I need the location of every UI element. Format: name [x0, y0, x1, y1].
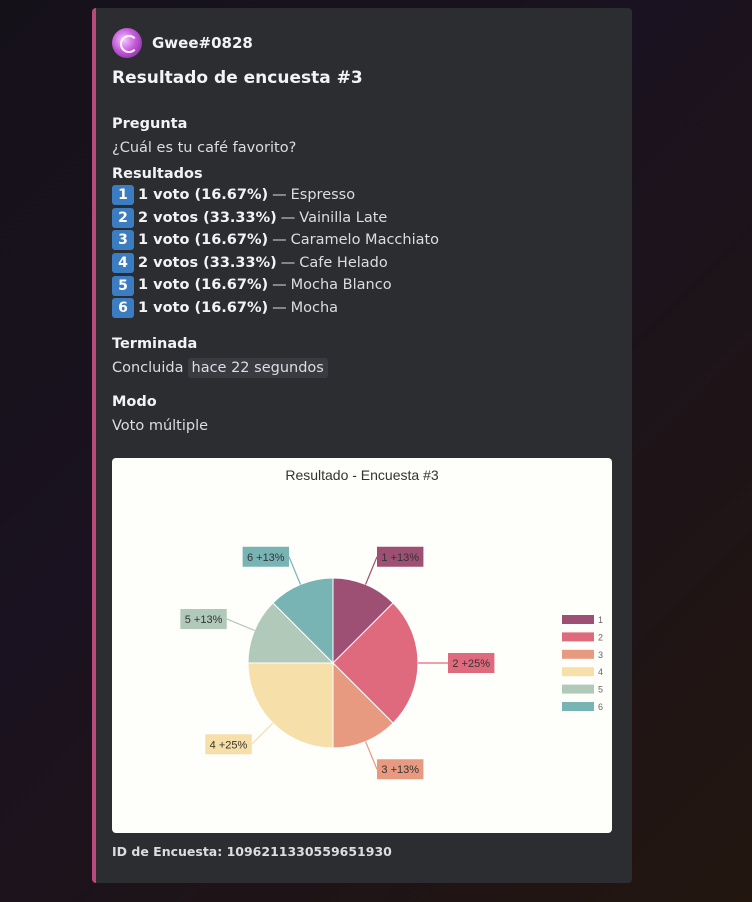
pie-data-label: 6 +13%	[247, 552, 285, 564]
poll-chart-image[interactable]: Resultado - Encuesta #3 1 +13% 2 +25% 3 +1…	[112, 458, 612, 833]
result-votes: 1 voto (16.67%)	[138, 232, 269, 249]
result-votes: 1 voto (16.67%)	[138, 277, 269, 294]
pie-leader-line	[226, 618, 255, 632]
results-list: 1 1 voto (16.67%) — Espresso 2 2 votos (…	[112, 184, 612, 320]
result-separator: —	[272, 232, 287, 249]
legend-label: 2	[598, 632, 603, 642]
field-question-value: ¿Cuál es tu café favorito?	[112, 140, 297, 156]
poll-result-embed: Gwee#0828 Resultado de encuesta #3 Pregu…	[92, 8, 632, 883]
ended-prefix: Concluida	[112, 360, 184, 376]
number-badge-icon: 6	[112, 298, 134, 319]
legend-swatch-5	[562, 684, 594, 694]
legend-label: 3	[598, 650, 603, 660]
number-badge-icon: 2	[112, 207, 134, 228]
pie-leader-line	[251, 722, 274, 745]
field-mode: Modo Voto múltiple	[112, 392, 612, 436]
number-badge-icon: 4	[112, 253, 134, 274]
embed-accent-bar	[92, 8, 96, 883]
field-ended-value: Concluida hace 22 segundos	[112, 358, 612, 378]
legend-label: 6	[598, 702, 603, 712]
pie-leader-line	[364, 741, 378, 770]
result-votes: 1 voto (16.67%)	[138, 187, 269, 203]
pie-chart: Resultado - Encuesta #3 1 +13% 2 +25% 3 +1…	[180, 467, 603, 780]
avatar-icon[interactable]	[112, 28, 142, 58]
pie-data-label: 2 +25%	[452, 658, 490, 670]
result-votes: 2 votos (33.33%)	[138, 254, 277, 271]
field-question-name: Pregunta	[112, 116, 188, 132]
result-row: 6 1 voto (16.67%) — Mocha	[112, 297, 612, 320]
field-ended-name: Terminada	[112, 336, 198, 352]
legend-swatch-2	[562, 632, 594, 642]
result-votes: 1 voto (16.67%)	[138, 299, 269, 316]
chart-title: Resultado - Encuesta #3	[285, 467, 439, 483]
result-option: Mocha	[290, 299, 339, 316]
legend-swatch-6	[562, 702, 594, 711]
result-separator: —	[280, 209, 296, 226]
legend-swatch-4	[562, 667, 594, 677]
result-row: 3 1 voto (16.67%) — Caramelo Macchiato	[112, 229, 612, 252]
embed-footer: ID de Encuesta: 1096211330559651930	[112, 844, 392, 859]
pie-leader-line	[364, 556, 378, 585]
legend-label: 1	[598, 615, 603, 625]
embed-author: Gwee#0828	[112, 28, 253, 58]
field-results: Resultados 1 1 voto (16.67%) — Espresso …	[112, 164, 612, 320]
pie-data-label: 5 +13%	[185, 614, 223, 626]
embed-title: Resultado de encuesta #3	[112, 68, 363, 88]
result-row: 5 1 voto (16.67%) — Mocha Blanco	[112, 274, 612, 297]
result-separator: —	[280, 254, 296, 271]
result-option: Mocha Blanco	[290, 277, 392, 294]
number-badge-icon: 5	[112, 275, 134, 296]
result-separator: —	[272, 299, 287, 316]
field-results-name: Resultados	[112, 166, 203, 182]
result-option: Espresso	[290, 187, 356, 203]
author-name[interactable]: Gwee#0828	[152, 34, 253, 52]
legend-label: 4	[598, 667, 603, 677]
field-mode-name: Modo	[112, 394, 157, 410]
result-row: 2 2 votos (33.33%) — Vainilla Late	[112, 207, 612, 230]
legend-swatch-3	[562, 649, 594, 659]
result-separator: —	[272, 187, 287, 203]
result-option: Caramelo Macchiato	[290, 232, 440, 249]
pie-data-label: 1 +13%	[381, 552, 419, 564]
field-ended: Terminada Concluida hace 22 segundos	[112, 334, 612, 378]
pie-data-label: 3 +13%	[381, 764, 419, 776]
number-badge-icon: 3	[112, 230, 134, 251]
number-badge-icon: 1	[112, 185, 134, 206]
result-option: Vainilla Late	[299, 209, 388, 226]
ended-timestamp[interactable]: hace 22 segundos	[187, 358, 328, 378]
field-mode-value: Voto múltiple	[112, 418, 209, 434]
result-votes: 2 votos (33.33%)	[138, 209, 277, 226]
result-option: Cafe Helado	[299, 254, 388, 271]
legend-swatch-1	[562, 615, 594, 624]
result-separator: —	[272, 277, 287, 294]
result-row: 1 1 voto (16.67%) — Espresso	[112, 184, 612, 207]
result-row: 4 2 votos (33.33%) — Cafe Helado	[112, 252, 612, 275]
legend-label: 5	[598, 685, 603, 695]
field-question: Pregunta ¿Cuál es tu café favorito?	[112, 114, 612, 158]
pie-leader-line	[288, 556, 302, 585]
pie-data-label: 4 +25%	[210, 739, 248, 751]
